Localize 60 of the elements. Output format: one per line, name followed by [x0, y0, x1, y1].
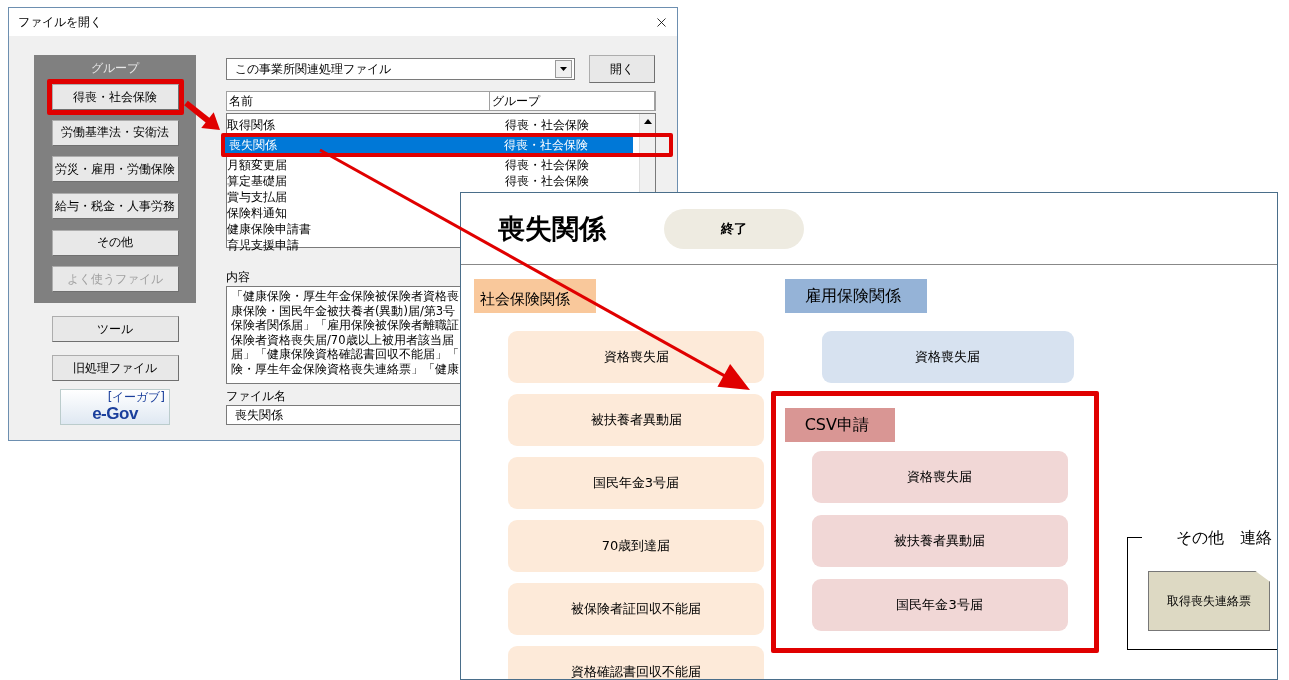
- section-heading: 雇用保険関係: [784, 279, 927, 313]
- form-button[interactable]: 国民年金3号届: [508, 457, 764, 509]
- form-button[interactable]: 70歳到達届: [508, 520, 764, 572]
- form-button[interactable]: 国民年金3号届: [811, 579, 1068, 631]
- window-title: ファイルを開く: [18, 13, 102, 31]
- group-button[interactable]: 得喪・社会保険: [51, 84, 179, 110]
- exit-button[interactable]: 終了: [664, 208, 804, 249]
- form-button[interactable]: 資格喪失届: [508, 331, 764, 383]
- form-button[interactable]: 被扶養者異動届: [508, 394, 764, 446]
- file-row[interactable]: 賞与支払届: [227, 189, 287, 205]
- panel-title: グループ: [91, 60, 139, 77]
- form-button[interactable]: 被扶養者異動届: [811, 515, 1068, 567]
- file-type-select[interactable]: この事業所関連処理ファイル: [226, 58, 575, 80]
- dropdown-icon[interactable]: [555, 60, 572, 78]
- section-heading: CSV申請: [784, 408, 895, 442]
- file-row[interactable]: 保険料通知: [227, 205, 287, 221]
- form-button[interactable]: 被保険者証回収不能届: [508, 583, 764, 635]
- tool-button[interactable]: ツール: [51, 316, 179, 342]
- description-line: 康保険・国民年金被扶養者(異動)届/第3号: [231, 303, 456, 318]
- file-row[interactable]: 喪失関係 得喪・社会保険: [225, 137, 633, 153]
- file-row[interactable]: 算定基礎届 得喪・社会保険: [227, 173, 655, 189]
- group-button[interactable]: その他: [51, 229, 179, 256]
- file-name-field[interactable]: 喪失関係: [226, 405, 460, 425]
- logo-text: e-Gov: [92, 404, 138, 423]
- field-label: ファイル名: [226, 388, 287, 405]
- table-cell-text: 取得関係: [227, 116, 276, 134]
- form-button[interactable]: 資格喪失届: [821, 331, 1074, 383]
- file-row[interactable]: 育児支援申請: [227, 237, 299, 253]
- table-cell-text: 得喪・社会保険: [504, 136, 590, 154]
- description-line: 「健康保険・厚生年金保険被保険者資格喪: [231, 289, 459, 304]
- scroll-up-icon[interactable]: [643, 119, 652, 124]
- file-row[interactable]: 健康保険申請書: [227, 221, 311, 237]
- table-cell-text: 喪失関係: [228, 136, 278, 154]
- column-header[interactable]: 名前: [227, 92, 490, 110]
- table-cell-text: 月額変更届: [227, 156, 288, 174]
- column-header[interactable]: グループ: [489, 92, 655, 110]
- field-label: 内容: [226, 269, 251, 286]
- form-title: 喪失関係: [498, 211, 606, 246]
- section-heading: 社会保険関係: [474, 279, 596, 313]
- note-button[interactable]: 取得喪失連絡票: [1148, 571, 1270, 631]
- form-button[interactable]: 資格確認書回収不能届: [508, 646, 764, 679]
- table-cell-text: 得喪・社会保険: [505, 116, 590, 134]
- file-row[interactable]: 取得関係 得喪・社会保険: [227, 117, 655, 133]
- description-line: 保険者関係届」「雇用保険被保険者離職証: [231, 318, 459, 333]
- table-cell-text: 算定基礎届: [227, 172, 288, 190]
- description-line: 届」「健康保険資格確認書回収不能届」「: [231, 347, 459, 362]
- description-line: 険・厚生年金保険資格喪失連絡票」「健康: [231, 361, 459, 376]
- group-button[interactable]: 労災・雇用・労働保険: [51, 156, 179, 183]
- group-button[interactable]: 給与・税金・人事労務: [51, 193, 179, 219]
- table-cell-text: 得喪・社会保険: [505, 172, 590, 190]
- logo-reading: [イーガブ]: [107, 391, 165, 404]
- description-line: 保険者資格喪失届/70歳以上被用者該当届: [231, 332, 454, 347]
- open-button[interactable]: 開く: [589, 55, 655, 83]
- group-button[interactable]: 労働基準法・安衛法: [51, 119, 179, 146]
- table-cell-text: 得喪・社会保険: [505, 156, 590, 174]
- form-button[interactable]: 資格喪失届: [811, 451, 1068, 503]
- description-box[interactable]: 「健康保険・厚生年金保険被保険者資格喪 康保険・国民年金被扶養者(異動)届/第3号 保険者関係届」「雇用保険被保険者離職証 保険者資格喪失届/70歳以上被用者該当届 届」「健康保険資格確認書回収不能届」「 険・厚生年金保険資格喪失連絡票」「健康: [226, 286, 460, 384]
- file-row[interactable]: 月額変更届 得喪・社会保険: [227, 157, 655, 173]
- tool-button[interactable]: 旧処理ファイル: [51, 355, 179, 381]
- logo[interactable]: [イーガブ] e-Gov: [60, 389, 170, 425]
